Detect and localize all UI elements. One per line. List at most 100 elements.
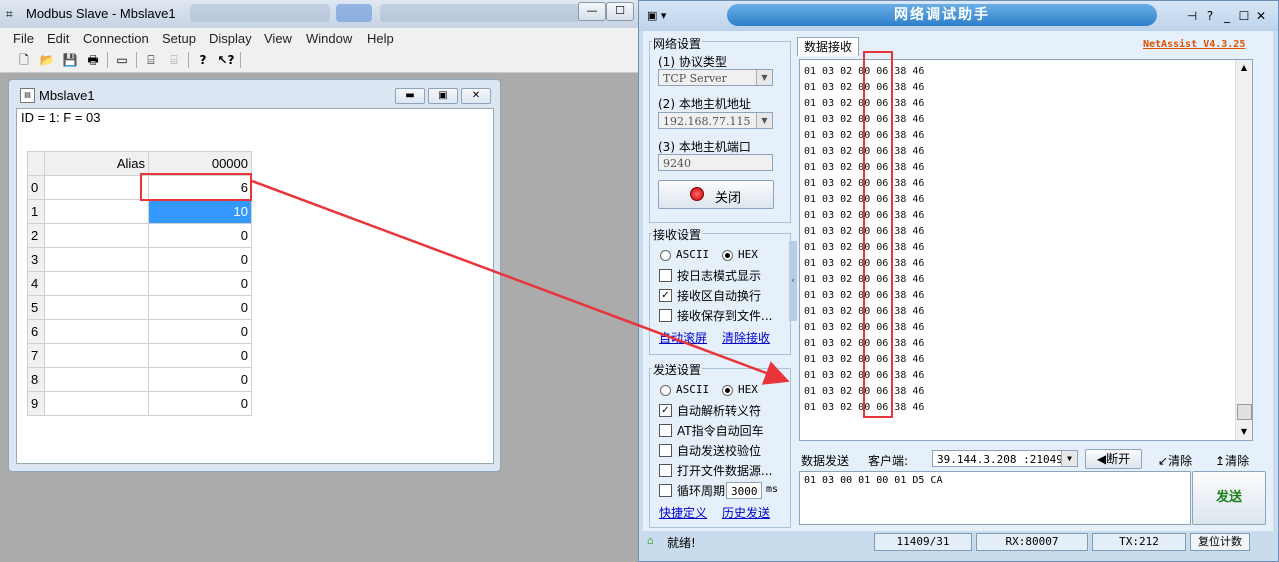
send-hex-radio[interactable] [722, 385, 733, 396]
menu-window[interactable]: Window [306, 31, 352, 46]
client-select[interactable]: 39.144.3.208 :21049 ▼ [932, 450, 1078, 467]
alias-cell[interactable] [44, 199, 149, 224]
register-value-cell[interactable]: 0 [148, 295, 252, 320]
help-icon[interactable]: ? [1202, 9, 1218, 23]
child-minimize-button[interactable]: ▬ [395, 88, 425, 104]
at-cr-checkbox[interactable] [659, 424, 672, 437]
modbus-titlebar[interactable]: ⌗ Modbus Slave - Mbslave1 — ☐ [0, 0, 640, 28]
recv-hex-radio[interactable] [722, 250, 733, 261]
brand-link[interactable]: NetAssist V4.3.25 [1143, 39, 1245, 50]
scroll-down-icon[interactable]: ▼ [1236, 424, 1252, 440]
table-row[interactable]: 50 [27, 295, 252, 320]
history-link[interactable]: 历史发送 [722, 504, 770, 521]
help-icon[interactable]: ? [194, 51, 212, 69]
alias-cell[interactable] [44, 223, 149, 248]
menu-file[interactable]: File [13, 31, 34, 46]
connect-icon[interactable]: ⌸ [142, 51, 160, 69]
register-value-cell[interactable]: 0 [148, 223, 252, 248]
row-index: 6 [27, 319, 45, 344]
tab-data-send[interactable]: 数据发送 [801, 452, 849, 469]
minimize-button[interactable]: — [578, 2, 606, 21]
maximize-button[interactable]: ☐ [606, 2, 634, 21]
register-value-cell[interactable]: 10 [148, 199, 252, 224]
pin-icon[interactable]: ⊣ [1184, 9, 1200, 23]
shortcut-link[interactable]: 快捷定义 [659, 504, 707, 521]
host-select[interactable]: 192.168.77.115 ▼ [658, 112, 773, 129]
send-input[interactable]: 01 03 00 01 00 01 D5 CA [799, 471, 1191, 525]
auto-checksum-checkbox[interactable] [659, 444, 672, 457]
loop-checkbox[interactable] [659, 484, 672, 497]
open-icon[interactable]: 📂 [38, 51, 56, 69]
scroll-thumb[interactable] [1237, 404, 1252, 420]
register-value-cell[interactable]: 0 [148, 271, 252, 296]
alias-cell[interactable] [44, 319, 149, 344]
log-mode-checkbox[interactable] [659, 269, 672, 282]
child-close-button[interactable]: ✕ [461, 88, 491, 104]
save-icon[interactable]: 💾 [61, 51, 79, 69]
collapse-panel-handle[interactable]: ‹ [789, 241, 797, 321]
menu-connection[interactable]: Connection [83, 31, 149, 46]
alias-cell[interactable] [44, 343, 149, 368]
recv-ascii-radio[interactable] [660, 250, 671, 261]
menu-setup[interactable]: Setup [162, 31, 196, 46]
open-file-checkbox[interactable] [659, 464, 672, 477]
send-ascii-radio[interactable] [660, 385, 671, 396]
loop-period-input[interactable]: 3000 [726, 482, 762, 499]
alias-cell[interactable] [44, 271, 149, 296]
maximize-icon[interactable]: ☐ [1236, 9, 1252, 23]
system-menu-icon[interactable]: ▣ ▾ [647, 9, 671, 23]
register-value-cell[interactable]: 0 [148, 367, 252, 392]
register-value-cell[interactable]: 0 [148, 391, 252, 416]
table-row[interactable]: 20 [27, 223, 252, 248]
new-icon[interactable]: 🗋 [15, 51, 33, 69]
register-value-cell[interactable]: 0 [148, 343, 252, 368]
disconnect-icon[interactable]: ⌸ [165, 51, 183, 69]
status-tx: TX:212 [1092, 533, 1186, 551]
netassist-titlebar[interactable]: ▣ ▾ 网络调试助手 ⊣ ? _ ☐ ✕ [639, 1, 1278, 31]
register-value-cell[interactable]: 0 [148, 247, 252, 272]
chevron-down-icon: ▼ [756, 70, 772, 85]
menu-help[interactable]: Help [367, 31, 394, 46]
print-icon[interactable]: 🖶 [84, 51, 102, 69]
alias-cell[interactable] [44, 175, 149, 200]
table-row[interactable]: 70 [27, 343, 252, 368]
disconnect-button[interactable]: ◀断开 [1085, 449, 1142, 469]
clear-recv-link[interactable]: 清除接收 [722, 329, 770, 346]
table-row[interactable]: 90 [27, 391, 252, 416]
parse-escape-checkbox[interactable]: ✓ [659, 404, 672, 417]
reset-count-button[interactable]: 复位计数 [1190, 533, 1250, 551]
table-row[interactable]: 30 [27, 247, 252, 272]
row-index: 9 [27, 391, 45, 416]
clear-send-button[interactable]: ↙清除 [1158, 452, 1192, 469]
menu-display[interactable]: Display [209, 31, 252, 46]
context-help-icon[interactable]: ↖? [217, 51, 235, 69]
tab-data-receive[interactable]: 数据接收 [797, 37, 859, 56]
menu-edit[interactable]: Edit [47, 31, 69, 46]
loop-label: 循环周期 [677, 484, 726, 498]
child-restore-button[interactable]: ▣ [428, 88, 458, 104]
receive-scrollbar[interactable]: ▲ ▼ [1235, 60, 1252, 440]
auto-scroll-link[interactable]: 自动滚屏 [659, 329, 707, 346]
table-row[interactable]: 60 [27, 319, 252, 344]
scroll-up-icon[interactable]: ▲ [1236, 60, 1252, 76]
port-field[interactable]: 9240 [658, 154, 773, 171]
minimize-icon[interactable]: _ [1219, 9, 1235, 23]
save-to-file-checkbox[interactable] [659, 309, 672, 322]
table-row[interactable]: 1 10 [27, 199, 252, 224]
send-button[interactable]: 发送 [1192, 471, 1266, 525]
close-icon[interactable]: ✕ [1253, 9, 1269, 23]
clear-all-button[interactable]: ↥清除 [1215, 452, 1249, 469]
table-row[interactable]: 80 [27, 367, 252, 392]
alias-cell[interactable] [44, 367, 149, 392]
alias-cell[interactable] [44, 391, 149, 416]
protocol-select[interactable]: TCP Server ▼ [658, 69, 773, 86]
child-titlebar[interactable]: ▤ Mbslave1 ▬ ▣ ✕ [9, 80, 500, 109]
register-value-cell[interactable]: 0 [148, 319, 252, 344]
alias-cell[interactable] [44, 247, 149, 272]
menu-view[interactable]: View [264, 31, 292, 46]
alias-cell[interactable] [44, 295, 149, 320]
close-connection-button[interactable]: 关闭 [658, 180, 774, 209]
table-row[interactable]: 40 [27, 271, 252, 296]
auto-wrap-checkbox[interactable]: ✓ [659, 289, 672, 302]
window-icon[interactable]: ▭ [113, 51, 131, 69]
